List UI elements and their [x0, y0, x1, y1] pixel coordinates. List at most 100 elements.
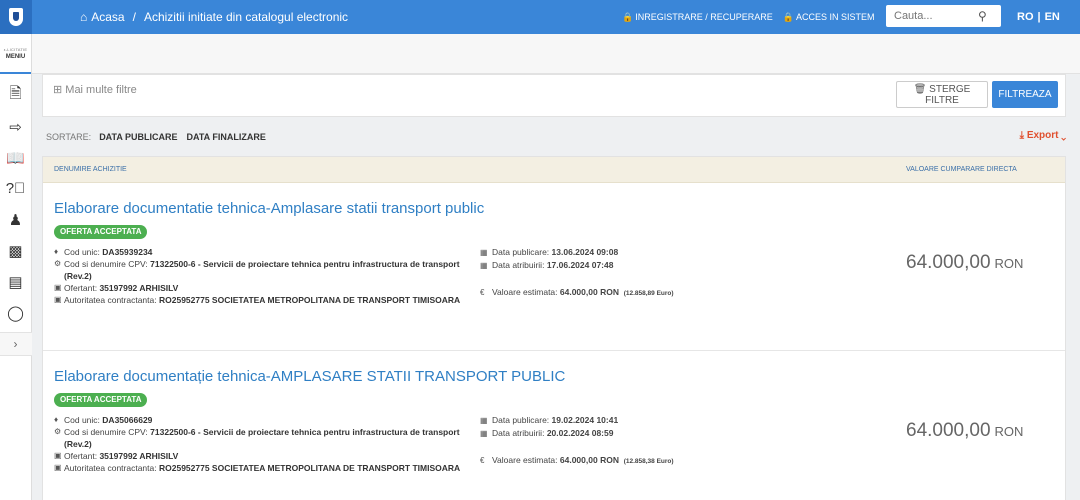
cod-value: DA35066629 — [102, 415, 153, 425]
price-amount: 64.000,00 — [906, 420, 991, 441]
auth-links: 🔒 INREGISTRARE / RECUPERARE 🔒 ACCES IN SIS… — [622, 0, 884, 34]
award-date-value: 17.06.2024 07:48 — [546, 260, 614, 270]
acquisition-details: ♦ Cod unic: DA35939234 ⚙ Cod si denumire C… — [54, 246, 464, 306]
login-link[interactable]: 🔒 ACCES IN SISTEM — [783, 12, 875, 23]
breadcrumb-current: Achizitii initiate din catalogul electro… — [143, 10, 349, 24]
clear-filters-button[interactable]: 🗑 STERGE FILTRE — [896, 81, 988, 108]
price-currency: RON — [994, 256, 1024, 271]
column-header-value[interactable]: VALOARE CUMPARARE DIRECTA — [906, 166, 1017, 173]
publish-date-label: Data publicare: — [492, 415, 550, 425]
user-search-icon[interactable]: ♟ — [0, 204, 32, 235]
calendar-icon: ▦ — [480, 261, 488, 270]
subheader-bar — [32, 34, 1080, 74]
publish-date-value: 19.02.2024 10:41 — [551, 415, 619, 425]
briefcase-icon: ▣ — [54, 283, 62, 292]
home-icon[interactable]: ⌂ — [80, 10, 87, 24]
menu-brand-small: ε-LICITATIE — [3, 46, 28, 52]
sitemap-icon: ⚙ — [54, 259, 62, 268]
cod-label: Cod unic: — [64, 415, 100, 425]
clear-filters-label: STERGE FILTRE — [925, 83, 971, 106]
acquisition-dates: ▦ Data publicare: 19.02.2024 10:41 ▦ Data … — [480, 414, 780, 468]
estimated-value: 64.000,00 RON — [559, 455, 619, 465]
more-filters-toggle[interactable]: ⊞ Mai multe filtre — [53, 83, 137, 96]
breadcrumb-home-link[interactable]: Acasa — [91, 10, 124, 24]
help-icon[interactable]: ?⃝ — [0, 173, 32, 204]
table-row: Elaborare documentatie tehnica-Amplasare… — [43, 183, 1065, 351]
award-date-value: 20.02.2024 08:59 — [546, 428, 614, 438]
autoritate-label: Autoritatea contractanta: — [64, 463, 157, 473]
tag-icon: ♦ — [54, 247, 59, 256]
document-icon[interactable]: 🗎 — [0, 80, 32, 111]
breadcrumb-separator: / — [132, 10, 136, 24]
register-link[interactable]: 🔒 INREGISTRARE / RECUPERARE — [622, 12, 773, 23]
estimated-value-label: Valoare estimata: — [492, 455, 558, 465]
chevron-down-icon: ⌄ — [1058, 130, 1066, 141]
ofertant-label: Ofertant: — [64, 283, 98, 293]
sidebar: ε-LICITATIE MENIU 🗎 ⇨ 📖 ?⃝ ♟ ▩ ▤ ◯ › — [0, 34, 32, 500]
briefcase-icon: ▣ — [54, 463, 62, 472]
site-logo[interactable] — [0, 0, 32, 34]
sort-option-publish-date[interactable]: DATA PUBLICARE — [99, 132, 177, 142]
award-date-label: Data atribuirii: — [492, 260, 545, 270]
receipt-icon[interactable]: ▤ — [0, 266, 32, 297]
calendar-icon: ▦ — [480, 429, 488, 438]
catalog-icon[interactable]: 📖 — [0, 142, 32, 173]
sidebar-expand-button[interactable]: › — [0, 332, 32, 356]
publish-date-label: Data publicare: — [492, 247, 550, 257]
ofertant-value: 35197992 ARHISILV — [99, 283, 179, 293]
euro-icon: € — [480, 456, 485, 465]
export-document-icon[interactable]: ⇨ — [0, 111, 32, 142]
estimated-value-euro: (12.858,38 Euro) — [623, 458, 674, 465]
calendar-icon: ▦ — [480, 416, 488, 425]
lock-icon: 🔒 — [622, 11, 634, 22]
price-amount: 64.000,00 — [906, 252, 991, 273]
table-header: DENUMIRE ACHIZITIE VALOARE CUMPARARE DIR… — [43, 157, 1065, 183]
cod-label: Cod unic: — [64, 247, 100, 257]
sort-label: SORTARE: — [46, 132, 92, 142]
status-badge: OFERTA ACCEPTATA — [54, 225, 148, 239]
download-icon: ⤓ — [1019, 130, 1027, 141]
top-navbar: ⌂ Acasa / Achizitii initiate din catalog… — [0, 0, 1080, 34]
register-label: INREGISTRARE / RECUPERARE — [635, 12, 773, 22]
id-card-icon[interactable]: ▩ — [0, 235, 32, 266]
autoritate-value: RO25952775 SOCIETATEA METROPOLITANA DE T… — [159, 295, 461, 305]
acquisition-dates: ▦ Data publicare: 13.06.2024 09:08 ▦ Data … — [480, 246, 780, 300]
plus-square-icon: ⊞ — [53, 84, 66, 96]
sidebar-icon-list: 🗎 ⇨ 📖 ?⃝ ♟ ▩ ▤ ◯ › — [0, 74, 32, 356]
language-switch: RO | EN — [1017, 0, 1060, 34]
estimated-value-euro: (12.858,89 Euro) — [623, 290, 674, 297]
lang-en-link[interactable]: EN — [1045, 11, 1060, 23]
direct-purchase-value: 64.000,00 RON — [906, 420, 1023, 442]
search-input[interactable] — [886, 10, 976, 22]
estimated-value: 64.000,00 RON — [559, 287, 619, 297]
menu-toggle[interactable]: ε-LICITATIE MENIU — [0, 34, 31, 74]
status-badge: OFERTA ACCEPTATA — [54, 393, 148, 407]
cod-value: DA35939234 — [102, 247, 153, 257]
estimated-value-label: Valoare estimata: — [492, 287, 558, 297]
login-label: ACCES IN SISTEM — [795, 12, 875, 22]
publish-date-value: 13.06.2024 09:08 — [551, 247, 619, 257]
export-label: Export — [1026, 130, 1059, 141]
results-table: DENUMIRE ACHIZITIE VALOARE CUMPARARE DIR… — [42, 156, 1066, 500]
cpv-label: Cod si denumire CPV: — [64, 259, 148, 269]
acquisition-title-link[interactable]: Elaborare documentație tehnica-AMPLASARE… — [54, 368, 565, 385]
acquisition-details: ♦ Cod unic: DA35066629 ⚙ Cod si denumire C… — [54, 414, 464, 474]
briefcase-icon: ▣ — [54, 295, 62, 304]
breadcrumb: ⌂ Acasa / Achizitii initiate din catalog… — [80, 0, 348, 34]
lang-separator: | — [1037, 11, 1041, 23]
sort-option-end-date[interactable]: DATA FINALIZARE — [187, 132, 266, 142]
filters-panel: ⊞ Mai multe filtre 🗑 STERGE FILTRE FILTR… — [42, 74, 1066, 117]
euro-icon: € — [480, 288, 485, 297]
column-header-name[interactable]: DENUMIRE ACHIZITIE — [54, 166, 127, 173]
export-button[interactable]: ⤓ Export ⌄ — [1020, 130, 1066, 141]
price-currency: RON — [994, 424, 1024, 439]
briefcase-icon: ▣ — [54, 451, 62, 460]
acquisition-title-link[interactable]: Elaborare documentatie tehnica-Amplasare… — [54, 200, 484, 217]
more-filters-label: Mai multe filtre — [65, 84, 137, 96]
menu-label: MENIU — [5, 53, 26, 60]
lang-ro-link[interactable]: RO — [1017, 11, 1034, 23]
search-icon[interactable]: ⚲ — [978, 9, 987, 23]
chat-icon[interactable]: ◯ — [0, 297, 32, 328]
cpv-label: Cod si denumire CPV: — [64, 427, 148, 437]
filter-button[interactable]: FILTREAZA — [992, 81, 1058, 108]
